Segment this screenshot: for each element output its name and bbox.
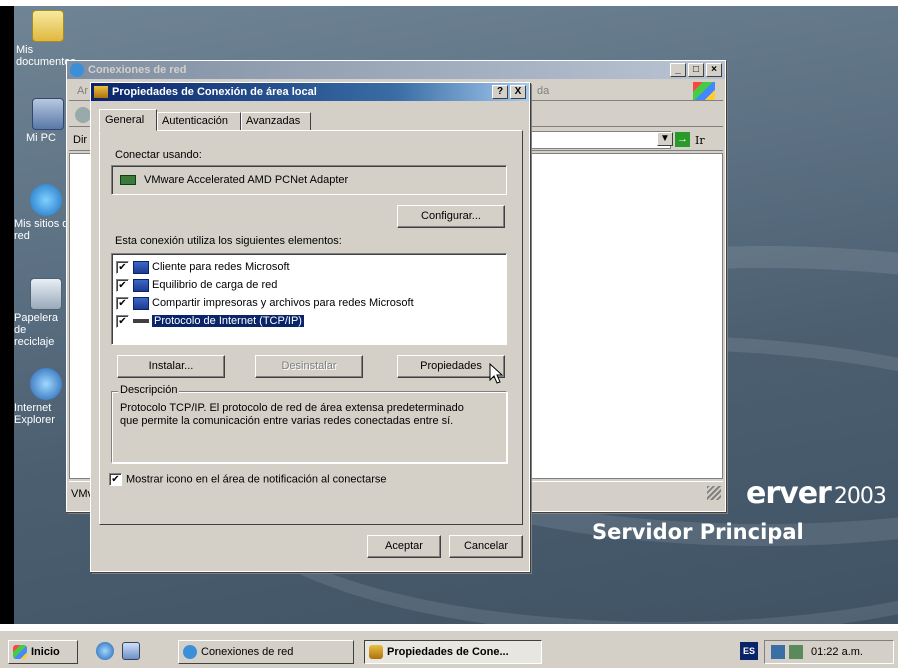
windows-logo-icon bbox=[693, 82, 715, 100]
back-icon[interactable] bbox=[75, 107, 91, 123]
adapter-name: VMware Accelerated AMD PCNet Adapter bbox=[144, 174, 349, 186]
component-label: Equilibrio de carga de red bbox=[152, 279, 278, 291]
menu-item-ayuda[interactable]: da bbox=[537, 85, 549, 97]
connect-using-label: Conectar usando: bbox=[115, 149, 202, 161]
mouse-cursor-icon bbox=[489, 363, 504, 384]
configure-button[interactable]: Configurar... bbox=[397, 205, 505, 228]
windows-logo-icon bbox=[13, 645, 27, 659]
go-arrow-icon[interactable]: → bbox=[675, 132, 690, 147]
network-service-icon bbox=[133, 296, 149, 310]
network-icon bbox=[183, 645, 197, 659]
globe-icon bbox=[30, 184, 62, 216]
network-client-icon bbox=[133, 260, 149, 274]
address-input[interactable] bbox=[529, 131, 671, 149]
show-icon-label: Mostrar icono en el área de notificación… bbox=[126, 473, 387, 486]
taskbar-button-network-connections[interactable]: Conexiones de red bbox=[178, 640, 354, 664]
tray-app-icon[interactable] bbox=[789, 645, 803, 659]
uninstall-button[interactable]: Desinstalar bbox=[255, 355, 363, 378]
menu-item-archivo[interactable]: Ar bbox=[77, 85, 88, 97]
description-groupbox: Descripción Protocolo TCP/IP. El protoco… bbox=[111, 384, 507, 463]
install-button[interactable]: Instalar... bbox=[117, 355, 225, 378]
component-label: Protocolo de Internet (TCP/IP) bbox=[151, 314, 305, 328]
component-checkbox[interactable]: ✔ bbox=[116, 278, 129, 292]
show-icon-option[interactable]: ✔ Mostrar icono en el área de notificació… bbox=[109, 473, 386, 486]
language-indicator[interactable]: ES bbox=[740, 642, 758, 660]
network-status-icon[interactable] bbox=[771, 645, 785, 659]
internet-explorer-icon[interactable] bbox=[96, 642, 114, 660]
component-label: Compartir impresoras y archivos para red… bbox=[152, 297, 414, 309]
tab-avanzadas[interactable]: Avanzadas bbox=[241, 112, 311, 131]
taskbar: Inicio Conexiones de red Propiedades de … bbox=[0, 630, 898, 668]
tab-autenticacion[interactable]: Autenticación bbox=[157, 112, 241, 131]
elements-label: Esta conexión utiliza los siguientes ele… bbox=[115, 235, 342, 247]
connection-icon bbox=[94, 86, 108, 98]
system-tray: 01:22 a.m. bbox=[764, 640, 894, 664]
clock[interactable]: 01:22 a.m. bbox=[811, 646, 863, 658]
internet-explorer-icon bbox=[30, 368, 62, 400]
component-checkbox[interactable]: ✔ bbox=[116, 296, 129, 310]
connection-icon bbox=[369, 645, 383, 659]
show-icon-checkbox[interactable]: ✔ bbox=[109, 473, 122, 486]
address-label: Dir bbox=[73, 134, 88, 146]
dialog-titlebar[interactable]: Propiedades de Conexión de área local ? … bbox=[91, 83, 529, 101]
network-icon bbox=[70, 63, 84, 77]
description-text: Protocolo TCP/IP. El protocolo de red de… bbox=[120, 402, 464, 427]
go-label[interactable]: Ir bbox=[695, 134, 705, 147]
list-item-selected[interactable]: ✔ Protocolo de Internet (TCP/IP) bbox=[112, 312, 506, 330]
recycle-bin-icon bbox=[30, 278, 62, 310]
computer-icon bbox=[32, 98, 64, 130]
description-legend: Descripción bbox=[118, 384, 180, 396]
close-button[interactable]: × bbox=[706, 63, 722, 77]
start-label: Inicio bbox=[31, 646, 60, 658]
component-checkbox[interactable]: ✔ bbox=[116, 260, 129, 274]
component-label: Cliente para redes Microsoft bbox=[152, 261, 290, 273]
protocol-icon bbox=[133, 319, 149, 324]
help-button[interactable]: ? bbox=[492, 85, 508, 99]
screen-border bbox=[0, 6, 14, 624]
start-button[interactable]: Inicio bbox=[8, 640, 78, 664]
taskbar-button-properties[interactable]: Propiedades de Cone... bbox=[364, 640, 542, 664]
task-label: Conexiones de red bbox=[201, 646, 294, 658]
components-list[interactable]: ✔ Cliente para redes Microsoft ✔ Equilibri… bbox=[111, 253, 507, 345]
network-connections-titlebar[interactable]: Conexiones de red _ □ × bbox=[67, 61, 725, 79]
resize-grip-icon[interactable] bbox=[707, 486, 721, 500]
tab-general[interactable]: General bbox=[99, 109, 157, 131]
local-connection-properties-dialog: Propiedades de Conexión de área local ? … bbox=[90, 82, 530, 572]
cancel-button[interactable]: Cancelar bbox=[449, 535, 523, 558]
minimize-button[interactable]: _ bbox=[670, 63, 686, 77]
desktop-icon-label: Papelera de reciclaje bbox=[14, 312, 59, 348]
maximize-button[interactable]: □ bbox=[688, 63, 704, 77]
list-item[interactable]: ✔ Equilibrio de carga de red bbox=[112, 276, 506, 294]
brand-product-name: erver 2003 bbox=[746, 476, 887, 511]
close-button[interactable]: X bbox=[510, 85, 526, 99]
list-item[interactable]: ✔ Compartir impresoras y archivos para re… bbox=[112, 294, 506, 312]
folder-icon bbox=[32, 10, 64, 42]
brand-year: 2003 bbox=[833, 484, 887, 509]
quick-launch-icon[interactable] bbox=[122, 642, 140, 660]
desktop-icon-label: Internet Explorer bbox=[14, 402, 55, 426]
address-dropdown-button[interactable]: ▼ bbox=[657, 132, 673, 146]
ok-button[interactable]: Aceptar bbox=[367, 535, 441, 558]
brand-server-name: Servidor Principal bbox=[592, 520, 804, 544]
window-title: Conexiones de red bbox=[88, 64, 187, 76]
list-item[interactable]: ✔ Cliente para redes Microsoft bbox=[112, 258, 506, 276]
network-adapter-icon bbox=[120, 175, 136, 185]
component-checkbox[interactable]: ✔ bbox=[116, 314, 129, 328]
network-service-icon bbox=[133, 278, 149, 292]
adapter-field: VMware Accelerated AMD PCNet Adapter bbox=[111, 165, 507, 195]
task-label: Propiedades de Cone... bbox=[387, 646, 509, 658]
dialog-title: Propiedades de Conexión de área local bbox=[112, 86, 317, 98]
